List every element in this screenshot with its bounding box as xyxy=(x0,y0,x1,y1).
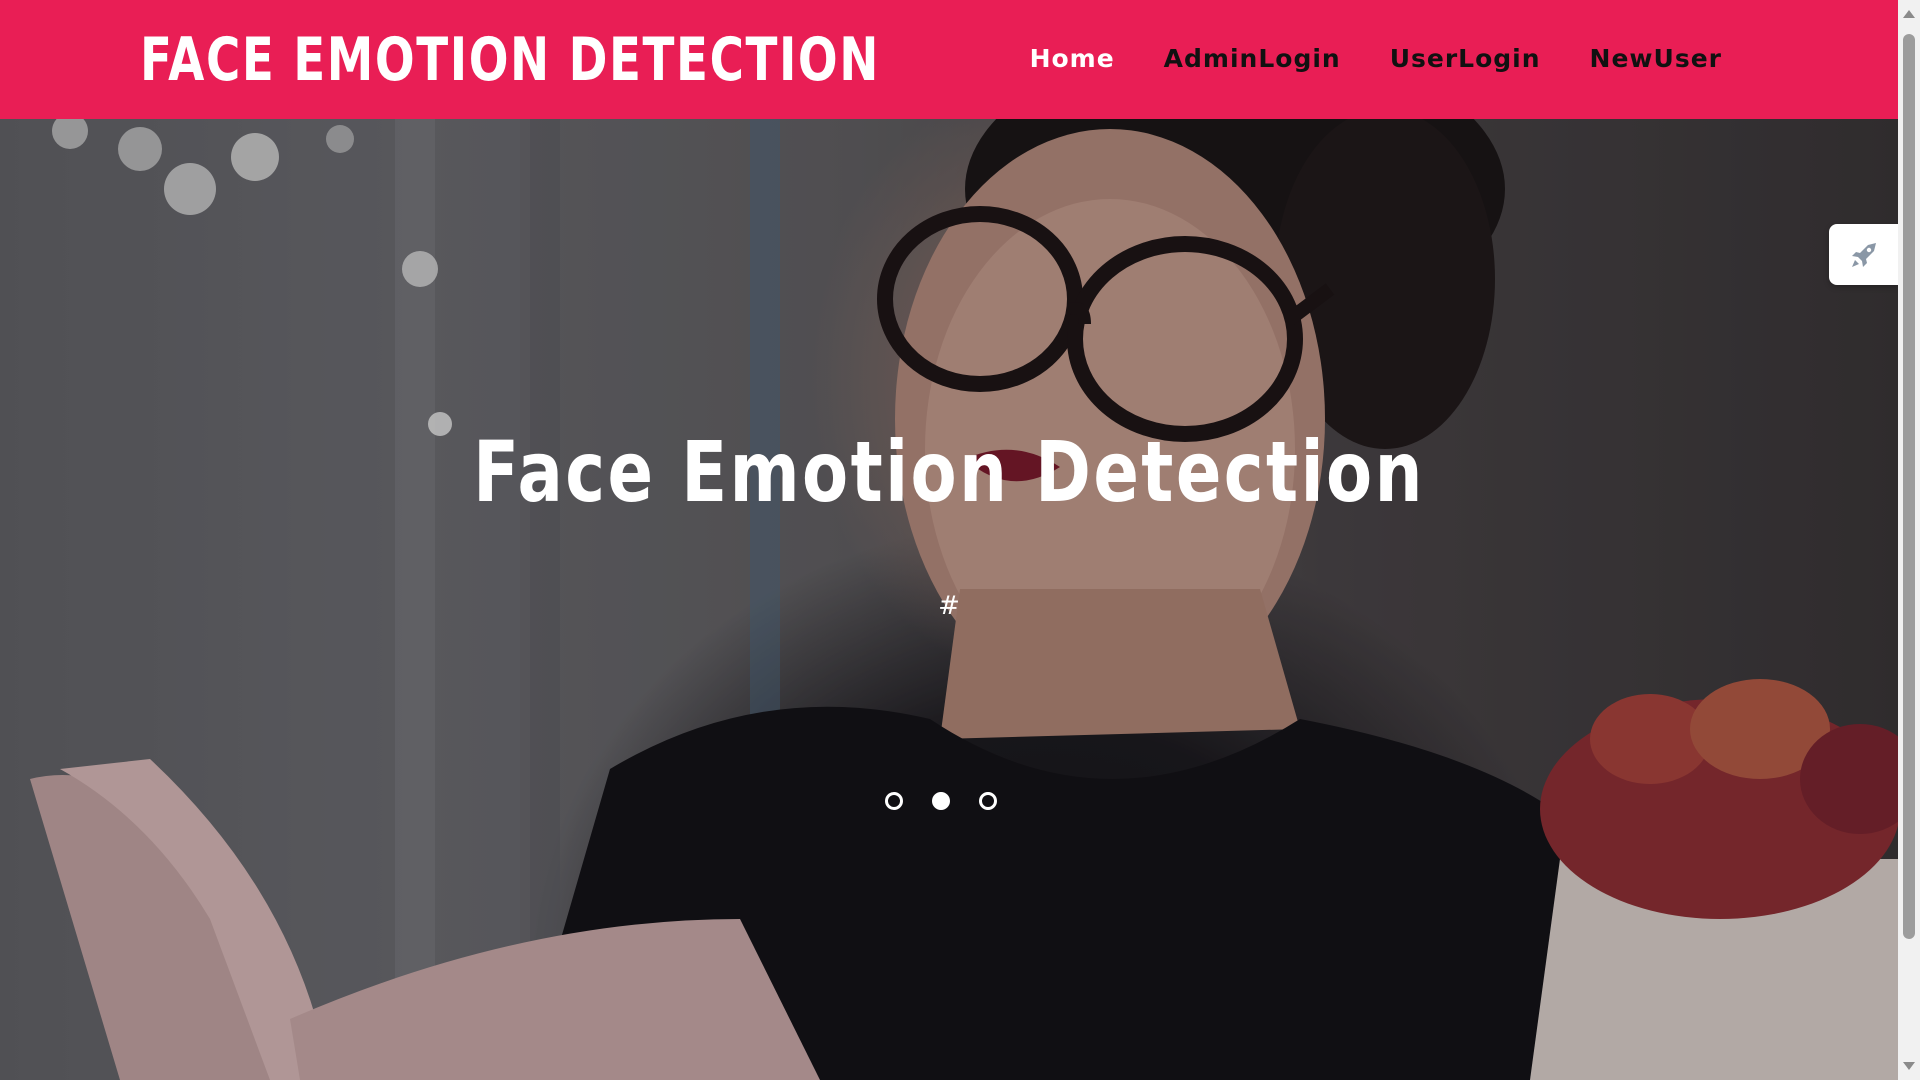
main-nav: Home AdminLogin UserLogin NewUser xyxy=(1030,37,1722,81)
hero-slider: Face Emotion Detection # xyxy=(0,119,1898,1080)
hero-subtitle: # xyxy=(938,591,960,621)
slider-dot-3[interactable] xyxy=(979,792,997,810)
nav-new-user-link[interactable]: NewUser xyxy=(1590,37,1722,81)
side-widget-button[interactable] xyxy=(1829,224,1898,285)
scroll-up-arrow-icon[interactable] xyxy=(1903,10,1915,18)
site-header: FACE EMOTION DETECTION Home AdminLogin U… xyxy=(0,0,1898,119)
slider-dot-1[interactable] xyxy=(885,792,903,810)
vertical-scrollbar[interactable] xyxy=(1898,0,1920,1080)
nav-home-link[interactable]: Home xyxy=(1030,37,1115,81)
slider-pagination xyxy=(885,792,997,810)
brand-logo-link[interactable]: FACE EMOTION DETECTION xyxy=(140,20,880,100)
scroll-down-arrow-icon[interactable] xyxy=(1903,1062,1915,1070)
slider-dot-2[interactable] xyxy=(932,792,950,810)
rocket-icon xyxy=(1851,242,1876,267)
nav-user-login-link[interactable]: UserLogin xyxy=(1390,37,1541,81)
scrollbar-thumb[interactable] xyxy=(1903,34,1915,939)
nav-admin-login-link[interactable]: AdminLogin xyxy=(1164,37,1341,81)
hero-title: Face Emotion Detection xyxy=(473,423,1425,521)
page: FACE EMOTION DETECTION Home AdminLogin U… xyxy=(0,0,1920,1080)
